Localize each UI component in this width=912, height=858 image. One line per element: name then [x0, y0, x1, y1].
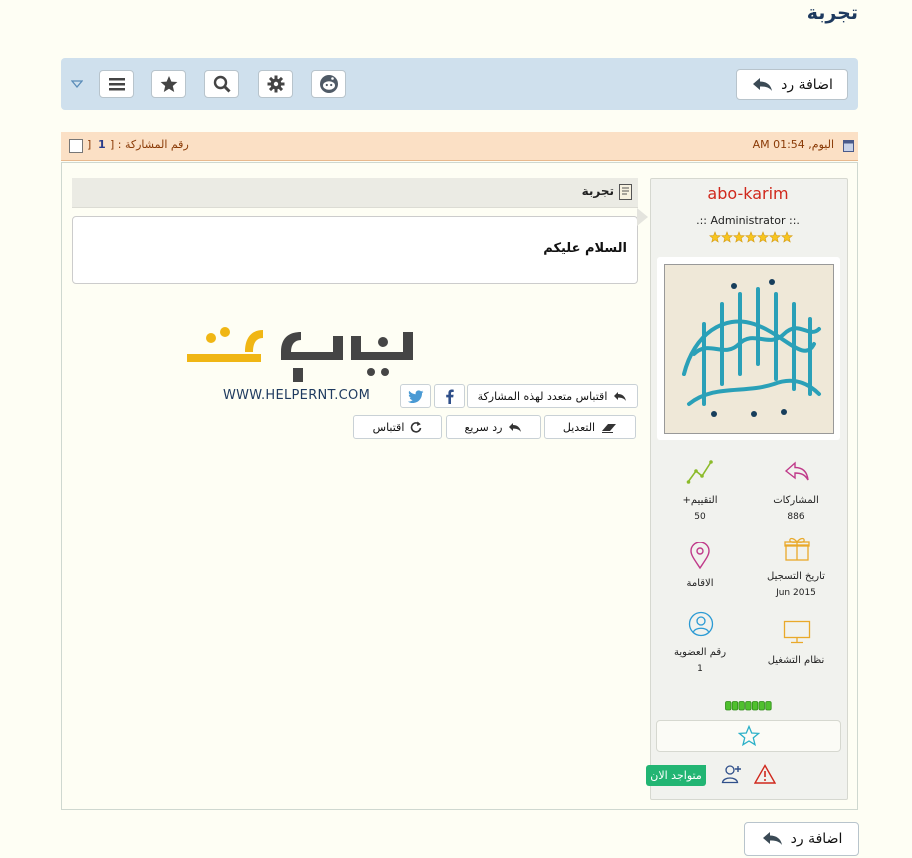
- stat-joined-value: Jun 2015: [776, 588, 816, 598]
- footer-add-reply-button[interactable]: اضافة رد: [744, 822, 859, 856]
- quote-label: اقتباس: [372, 420, 405, 434]
- speech-pointer: [637, 208, 648, 226]
- stat-joined-label: تاريخ التسجيل: [767, 571, 825, 582]
- post-message: السلام عليكم: [543, 241, 627, 256]
- rotate-icon: [411, 421, 422, 433]
- document-icon: [619, 184, 632, 200]
- add-reply-button[interactable]: اضافة رد: [736, 69, 848, 100]
- share-twitter-button[interactable]: [400, 384, 431, 408]
- location-icon: [690, 542, 710, 570]
- username[interactable]: abo-karim: [651, 184, 845, 203]
- menu-icon: [108, 78, 125, 91]
- signature-logo-text: WWW.HELPERNT.COM: [223, 388, 371, 403]
- star-outline-icon: [737, 725, 760, 747]
- eraser-icon: [602, 423, 617, 433]
- post-date: اليوم, 01:54 AM: [752, 138, 834, 151]
- chevron-down-icon[interactable]: [70, 78, 84, 92]
- thread-toolbar: اضافة رد: [61, 58, 858, 110]
- post-subject: تجربة: [581, 184, 614, 198]
- multi-quote-button[interactable]: اقتباس متعدد لهذه المشاركة: [467, 384, 638, 408]
- settings-button[interactable]: [258, 70, 293, 98]
- signature-logo-graphic: [187, 327, 413, 382]
- share-facebook-button[interactable]: [434, 384, 465, 408]
- user-circle-icon: [688, 611, 714, 637]
- search-icon: [213, 75, 231, 93]
- stat-os-label: نظام التشغيل: [767, 655, 825, 666]
- stat-member-id-label: رقم العضوية: [673, 647, 727, 658]
- rank-stars-icon: [709, 231, 793, 243]
- quick-reply-label: رد سريع: [464, 420, 503, 434]
- stat-member-id-value: 1: [697, 664, 703, 674]
- post-select-checkbox[interactable]: [69, 139, 83, 153]
- post-message-box: السلام عليكم: [72, 216, 638, 284]
- add-reply-label: اضافة رد: [781, 76, 833, 93]
- search-button[interactable]: [204, 70, 239, 98]
- gear-icon: [267, 75, 284, 93]
- post-number[interactable]: 1: [98, 138, 106, 151]
- post-subject-bar: تجربة: [72, 178, 638, 208]
- post-number-label: رقم المشاركة : [: [110, 138, 189, 151]
- post-header: ] 1 رقم المشاركة : [ اليوم, 01:54 AM: [61, 132, 858, 161]
- facebook-icon: [446, 389, 454, 404]
- stat-rating-value: 50: [694, 512, 706, 522]
- stat-location-label: الاقامة: [686, 578, 714, 589]
- avatar[interactable]: [664, 264, 834, 434]
- calendar-icon: [843, 140, 854, 152]
- multi-quote-label: اقتباس متعدد لهذه المشاركة: [477, 389, 608, 403]
- menu-button[interactable]: [99, 70, 134, 98]
- user-rank: .:: Administrator ::.: [696, 214, 800, 227]
- stat-posts-value: 886: [787, 512, 805, 522]
- report-warning-icon[interactable]: [754, 764, 776, 784]
- twitter-icon: [407, 389, 423, 403]
- posts-icon: [784, 461, 809, 481]
- favorite-button[interactable]: [151, 70, 186, 98]
- page-title: تجربة: [806, 2, 858, 24]
- reply-icon: [753, 77, 773, 91]
- add-friend-icon[interactable]: [721, 763, 743, 784]
- gift-icon: [784, 537, 810, 561]
- monitor-icon: [783, 620, 811, 644]
- reply-icon: [762, 832, 782, 845]
- chart-line-icon: [686, 460, 713, 484]
- stat-rating-label: +التقييم: [682, 495, 718, 506]
- stat-posts-label: المشاركات: [773, 495, 819, 506]
- online-status-badge: متواجد الان: [646, 765, 706, 786]
- reddit-icon: [319, 75, 338, 93]
- quick-reply-button[interactable]: رد سريع: [446, 415, 541, 439]
- edit-button[interactable]: التعديل: [544, 415, 636, 439]
- reply-icon: [509, 422, 522, 432]
- edit-label: التعديل: [562, 420, 596, 434]
- post-number-open: ]: [87, 138, 92, 151]
- quote-button[interactable]: اقتباس: [353, 415, 442, 439]
- star-icon: [160, 76, 177, 92]
- rate-user-button[interactable]: [656, 720, 841, 752]
- reddit-button[interactable]: [311, 70, 346, 98]
- reply-all-icon: [614, 391, 627, 401]
- reputation-bar: [725, 701, 772, 711]
- footer-add-reply-label: اضافة رد: [790, 831, 843, 847]
